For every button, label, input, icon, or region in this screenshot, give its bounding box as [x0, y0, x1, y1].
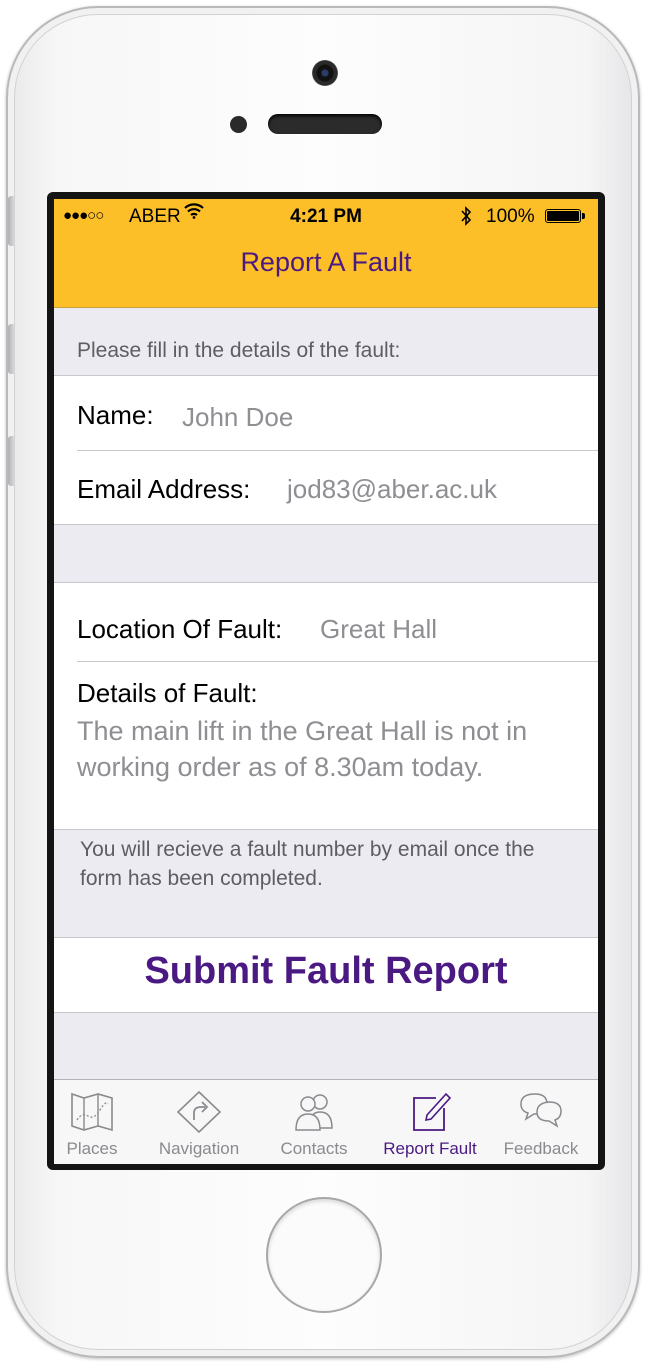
- tab-label: Places: [66, 1139, 118, 1158]
- location-label: Location Of Fault:: [77, 614, 283, 644]
- contacts-icon: [295, 1094, 333, 1131]
- location-field[interactable]: Great Hall: [320, 614, 437, 645]
- tab-places[interactable]: Places: [54, 1080, 146, 1164]
- tab-bar: Places Navigation Contacts Report Fault …: [54, 1079, 598, 1164]
- compose-icon: [413, 1092, 452, 1131]
- name-row[interactable]: Name: John Doe: [54, 376, 598, 450]
- navigation-sign-icon: [176, 1090, 222, 1134]
- mute-switch: [8, 196, 14, 246]
- navigation-bar: ●●●○○ ABER 4:21 PM 100% Report A Fault: [54, 199, 598, 308]
- contact-details-group: Name: John Doe Email Address: jod83@aber…: [54, 375, 598, 525]
- bluetooth-icon: [459, 206, 473, 232]
- tab-report-fault[interactable]: Report Fault: [376, 1080, 484, 1164]
- tab-label: Report Fault: [383, 1139, 477, 1158]
- volume-up-button: [8, 324, 14, 374]
- map-icon: [71, 1092, 113, 1132]
- details-row[interactable]: The main lift in the Great Hall is not i…: [54, 713, 598, 823]
- home-button[interactable]: [266, 1197, 382, 1313]
- tab-label: Contacts: [280, 1139, 348, 1158]
- tab-feedback[interactable]: Feedback: [487, 1080, 595, 1164]
- chat-bubbles-icon: [520, 1093, 562, 1128]
- tab-contacts[interactable]: Contacts: [260, 1080, 368, 1164]
- location-row[interactable]: Location Of Fault: Great Hall: [54, 583, 598, 661]
- tab-label: Navigation: [158, 1139, 240, 1158]
- earpiece-speaker: [268, 114, 382, 134]
- form-instructions: Please fill in the details of the fault:: [77, 339, 401, 362]
- submit-fault-report-button[interactable]: Submit Fault Report: [54, 950, 598, 993]
- tab-label: Feedback: [503, 1139, 579, 1158]
- details-textarea[interactable]: The main lift in the Great Hall is not i…: [77, 713, 577, 785]
- status-bar: ●●●○○ ABER 4:21 PM 100%: [54, 203, 598, 232]
- email-label: Email Address:: [77, 474, 251, 504]
- submit-group: Submit Fault Report: [54, 937, 598, 1013]
- app-screen: ●●●○○ ABER 4:21 PM 100% Report A Fault P…: [54, 199, 598, 1164]
- battery-icon: [545, 209, 585, 223]
- proximity-sensor: [230, 116, 247, 133]
- email-field[interactable]: jod83@aber.ac.uk: [287, 474, 497, 505]
- name-label: Name:: [77, 400, 154, 430]
- volume-down-button: [8, 436, 14, 486]
- fault-details-group: Location Of Fault: Great Hall Details of…: [54, 582, 598, 830]
- row-separator: [77, 661, 598, 662]
- fault-number-note: You will recieve a fault number by email…: [80, 838, 535, 890]
- front-camera: [312, 60, 338, 86]
- tab-navigation[interactable]: Navigation: [145, 1080, 253, 1164]
- battery-percentage: 100%: [486, 206, 535, 227]
- details-label: Details of Fault:: [77, 678, 258, 708]
- battery-fill: [547, 211, 579, 221]
- page-title: Report A Fault: [240, 247, 412, 277]
- name-field[interactable]: John Doe: [182, 402, 293, 433]
- email-row[interactable]: Email Address: jod83@aber.ac.uk: [54, 451, 598, 524]
